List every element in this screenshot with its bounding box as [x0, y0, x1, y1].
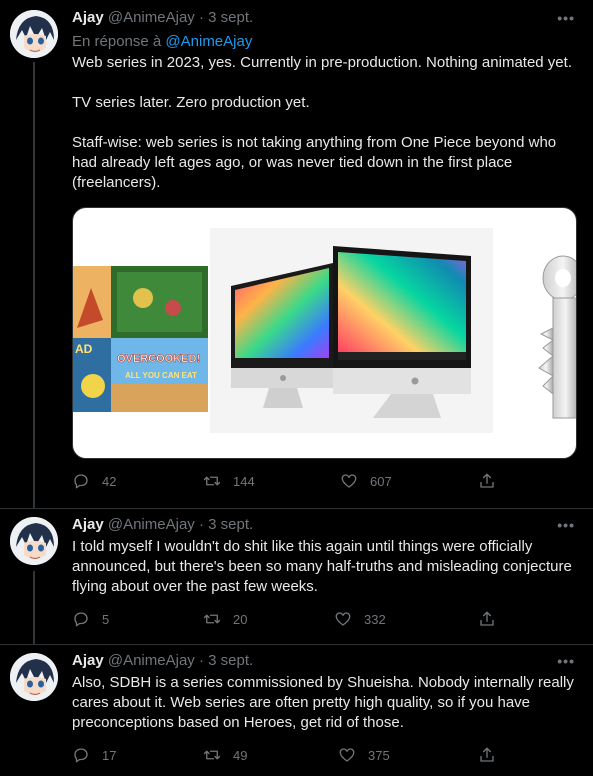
reply-context: En réponse à @AnimeAjay	[72, 32, 252, 52]
media-illustration: AD OVERCOOKED! ALL YOU CAN EAT	[73, 228, 576, 433]
share-icon	[480, 473, 494, 488]
game-subtitle: ALL YOU CAN EAT	[125, 371, 197, 380]
reply-icon	[74, 474, 88, 489]
tweet[interactable]: Ajay @AnimeAjay · 3 sept. ••• En réponse…	[0, 0, 593, 508]
retweet-icon	[203, 476, 221, 486]
share-button[interactable]	[478, 472, 508, 490]
retweet-icon	[203, 750, 221, 760]
like-button[interactable]: 332	[334, 610, 386, 628]
retweet-count: 49	[233, 747, 248, 763]
tweet-actions: 42 144 607	[72, 472, 512, 492]
tweet-paragraph: Staff-wise: web series is not taking any…	[72, 134, 557, 191]
tweet-actions: 17 49 375	[72, 746, 512, 766]
reply-count: 5	[102, 611, 110, 627]
share-icon	[480, 611, 494, 626]
like-button[interactable]: 607	[340, 472, 392, 490]
reply-handle-link[interactable]: @AnimeAjay	[165, 33, 252, 50]
like-button[interactable]: 375	[338, 746, 390, 764]
like-icon	[339, 748, 355, 762]
reply-prefix: En réponse à	[72, 33, 162, 50]
reply-icon	[74, 612, 88, 627]
tweet-date[interactable]: 3 sept.	[208, 9, 253, 26]
separator-dot: ·	[198, 516, 204, 533]
avatar[interactable]	[10, 653, 58, 701]
tweet-text: Also, SDBH is a series commissioned by S…	[72, 674, 574, 731]
share-button[interactable]	[478, 746, 508, 764]
tweet[interactable]: Ajay @AnimeAjay · 3 sept. ••• Also, SDBH…	[0, 645, 593, 776]
retweet-button[interactable]: 49	[203, 746, 247, 764]
game-title-overcooked: OVERCOOKED!	[117, 353, 200, 365]
like-count: 607	[370, 473, 392, 489]
display-name[interactable]: Ajay	[72, 9, 104, 26]
like-icon	[335, 612, 351, 626]
game-title-left: AD	[75, 342, 93, 356]
tweet-text: Web series in 2023, yes. Currently in pr…	[72, 53, 582, 193]
retweet-count: 144	[233, 473, 255, 489]
share-icon	[480, 747, 494, 762]
reply-button[interactable]: 5	[72, 610, 109, 628]
reply-button[interactable]: 42	[72, 472, 116, 490]
more-icon[interactable]: •••	[557, 10, 575, 26]
tweet[interactable]: Ajay @AnimeAjay · 3 sept. ••• I told mys…	[0, 509, 593, 644]
user-handle[interactable]: @AnimeAjay	[108, 652, 195, 669]
display-name[interactable]: Ajay	[72, 516, 104, 533]
like-count: 375	[368, 747, 390, 763]
like-icon	[341, 474, 357, 488]
tweet-paragraph: TV series later. Zero production yet.	[72, 94, 310, 111]
more-icon[interactable]: •••	[557, 653, 575, 669]
display-name[interactable]: Ajay	[72, 652, 104, 669]
tweet-paragraph: Web series in 2023, yes. Currently in pr…	[72, 54, 572, 71]
avatar[interactable]	[10, 517, 58, 565]
user-handle[interactable]: @AnimeAjay	[108, 9, 195, 26]
retweet-button[interactable]: 20	[203, 610, 247, 628]
tweet-header: Ajay @AnimeAjay · 3 sept.	[72, 8, 253, 28]
thread-line	[33, 571, 35, 644]
reply-icon	[74, 748, 88, 763]
reply-button[interactable]: 17	[72, 746, 116, 764]
tweet-media-image[interactable]: AD OVERCOOKED! ALL YOU CAN EAT	[72, 207, 577, 459]
reply-count: 42	[102, 473, 117, 489]
avatar[interactable]	[10, 10, 58, 58]
separator-dot: ·	[198, 9, 204, 26]
tweet-header: Ajay @AnimeAjay · 3 sept.	[72, 515, 253, 535]
reply-count: 17	[102, 747, 117, 763]
user-handle[interactable]: @AnimeAjay	[108, 516, 195, 533]
like-count: 332	[364, 611, 386, 627]
tweet-date[interactable]: 3 sept.	[208, 516, 253, 533]
retweet-button[interactable]: 144	[203, 472, 255, 490]
share-button[interactable]	[478, 610, 508, 628]
retweet-icon	[203, 614, 221, 624]
tweet-actions: 5 20 332	[72, 610, 512, 630]
tweet-date[interactable]: 3 sept.	[208, 652, 253, 669]
tweet-header: Ajay @AnimeAjay · 3 sept.	[72, 651, 253, 671]
retweet-count: 20	[233, 611, 248, 627]
tweet-text: I told myself I wouldn't do shit like th…	[72, 538, 572, 595]
more-icon[interactable]: •••	[557, 517, 575, 533]
separator-dot: ·	[198, 652, 204, 669]
thread-line	[33, 62, 35, 508]
